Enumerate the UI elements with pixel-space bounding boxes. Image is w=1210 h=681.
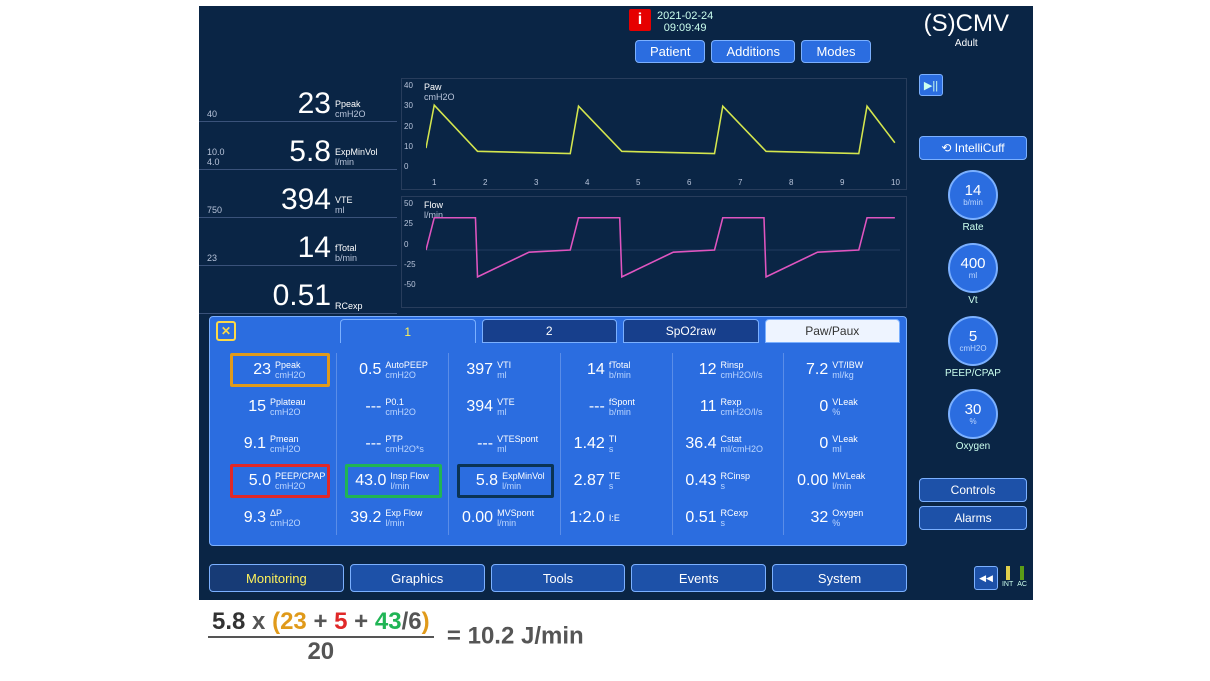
date: 2021-02-24: [657, 10, 713, 22]
modes-button[interactable]: Modes: [801, 40, 871, 63]
controls-button[interactable]: Controls: [919, 478, 1027, 502]
ac-indicator: AC: [1017, 566, 1027, 590]
metric-p: 9.3ΔPcmH2O: [230, 501, 330, 535]
patient-type: Adult: [924, 38, 1009, 49]
metric-ftotal: 14fTotalb/min: [569, 353, 666, 387]
waveform-graphs: PawcmH2O 403020100 12345678910 Flowl/min…: [401, 78, 907, 318]
left-readings: 40 23 PpeakcmH2O10.04.0 5.8 ExpMinVoll/m…: [199, 74, 397, 314]
metric-vleak: 0VLeakml: [792, 427, 890, 461]
right-sidebar: ▶|| ⟲ IntelliCuff 14b/minRate400mlVt5cmH…: [913, 68, 1033, 600]
main-area: 40 23 PpeakcmH2O10.04.0 5.8 ExpMinVoll/m…: [199, 68, 911, 600]
metric-p01: ---P0.1cmH2O: [345, 390, 442, 424]
tab-1[interactable]: 1: [340, 319, 476, 343]
speaker-icon[interactable]: ◀◀: [974, 566, 998, 590]
dial-vt[interactable]: 400ml: [948, 243, 998, 293]
metric-rcexp: 0.51RCexps: [681, 501, 778, 535]
metric-peepcpap: 5.0PEEP/CPAPcmH2O: [230, 464, 330, 498]
mode-label: (S)CMV Adult: [924, 10, 1009, 49]
tab-2[interactable]: 2: [482, 319, 618, 343]
metric-mvspont: 0.00MVSpontl/min: [457, 501, 554, 535]
metric-vtespont: ---VTESpontml: [457, 427, 554, 461]
close-icon[interactable]: ✕: [216, 321, 236, 341]
metric-mvleak: 0.00MVLeakl/min: [792, 464, 890, 498]
reading-ppeak: 40 23 PpeakcmH2O: [199, 74, 397, 122]
tab-system[interactable]: System: [772, 564, 907, 592]
metric-ie: 1:2.0I:E: [569, 501, 666, 535]
reading-vte: 750 394 VTEml: [199, 170, 397, 218]
metric-pmean: 9.1PmeancmH2O: [230, 427, 330, 461]
int-indicator: INT: [1002, 566, 1013, 590]
patient-button[interactable]: Patient: [635, 40, 705, 63]
metric-cstat: 36.4Cstatml/cmH2O: [681, 427, 778, 461]
header-buttons: Patient Additions Modes: [635, 40, 871, 63]
time: 09:09:49: [664, 22, 707, 34]
tab-spo2raw[interactable]: SpO2raw: [623, 319, 759, 343]
metric-ppeak: 23PpeakcmH2O: [230, 353, 330, 387]
reading-ftotal: 23 14 fTotalb/min: [199, 218, 397, 266]
metric-expminvol: 5.8ExpMinVoll/min: [457, 464, 554, 498]
additions-button[interactable]: Additions: [711, 40, 794, 63]
metric-vtibw: 7.2VT/IBWml/kg: [792, 353, 890, 387]
metric-inspflow: 43.0Insp Flowl/min: [345, 464, 442, 498]
paw-graph: PawcmH2O 403020100 12345678910: [401, 78, 907, 190]
metric-rinsp: 12RinspcmH2O/l/s: [681, 353, 778, 387]
panel-grid: 23PpeakcmH2O15PplateaucmH2O9.1PmeancmH2O…: [230, 353, 896, 535]
panel-tabs: 1 2 SpO2raw Paw/Paux: [340, 319, 900, 343]
bottom-tabs: Monitoring Graphics Tools Events System: [209, 564, 907, 592]
dial-peepcpap[interactable]: 5cmH2O: [948, 316, 998, 366]
tab-events[interactable]: Events: [631, 564, 766, 592]
metric-expflow: 39.2Exp Flowl/min: [345, 501, 442, 535]
tab-paw-paux[interactable]: Paw/Paux: [765, 319, 901, 343]
tab-tools[interactable]: Tools: [491, 564, 626, 592]
tab-graphics[interactable]: Graphics: [350, 564, 485, 592]
ventilator-screen: i 2021-02-24 09:09:49 (S)CMV Adult Patie…: [199, 6, 1033, 600]
datetime: 2021-02-24 09:09:49: [657, 10, 713, 34]
status-icons: ◀◀ INT AC: [974, 566, 1027, 590]
metric-fspont: ---fSpontb/min: [569, 390, 666, 424]
pause-icon[interactable]: ▶||: [919, 74, 943, 96]
metric-te: 2.87TEs: [569, 464, 666, 498]
formula-result: 10.2 J/min: [468, 622, 584, 649]
metric-autopeep: 0.5AutoPEEPcmH2O: [345, 353, 442, 387]
metric-oxygen: 32Oxygen%: [792, 501, 890, 535]
dial-rate[interactable]: 14b/min: [948, 170, 998, 220]
metric-vleak: 0VLeak%: [792, 390, 890, 424]
reading-expminvol: 10.04.0 5.8 ExpMinVoll/min: [199, 122, 397, 170]
intellicuff-button[interactable]: ⟲ IntelliCuff: [919, 136, 1027, 160]
metric-rexp: 11RexpcmH2O/l/s: [681, 390, 778, 424]
metric-vte: 394VTEml: [457, 390, 554, 424]
tab-monitoring[interactable]: Monitoring: [209, 564, 344, 592]
reading-rcexp: 0.51 RCexp: [199, 266, 397, 314]
metric-ti: 1.42TIs: [569, 427, 666, 461]
metric-vti: 397VTIml: [457, 353, 554, 387]
monitoring-panel: ✕ 1 2 SpO2raw Paw/Paux 23PpeakcmH2O15Ppl…: [209, 316, 907, 546]
header: i 2021-02-24 09:09:49 (S)CMV Adult Patie…: [199, 6, 1033, 68]
metric-ptp: ---PTPcmH2O*s: [345, 427, 442, 461]
metric-pplateau: 15PplateaucmH2O: [230, 390, 330, 424]
info-icon[interactable]: i: [629, 9, 651, 31]
mode-name: (S)CMV: [924, 10, 1009, 37]
dial-oxygen[interactable]: 30%: [948, 389, 998, 439]
alarms-button[interactable]: Alarms: [919, 506, 1027, 530]
metric-rcinsp: 0.43RCinsps: [681, 464, 778, 498]
formula: 5.8 x (23 + 5 + 43/6) 20 = 10.2 J/min: [208, 608, 584, 666]
flow-graph: Flowl/min 50250-25-50: [401, 196, 907, 308]
